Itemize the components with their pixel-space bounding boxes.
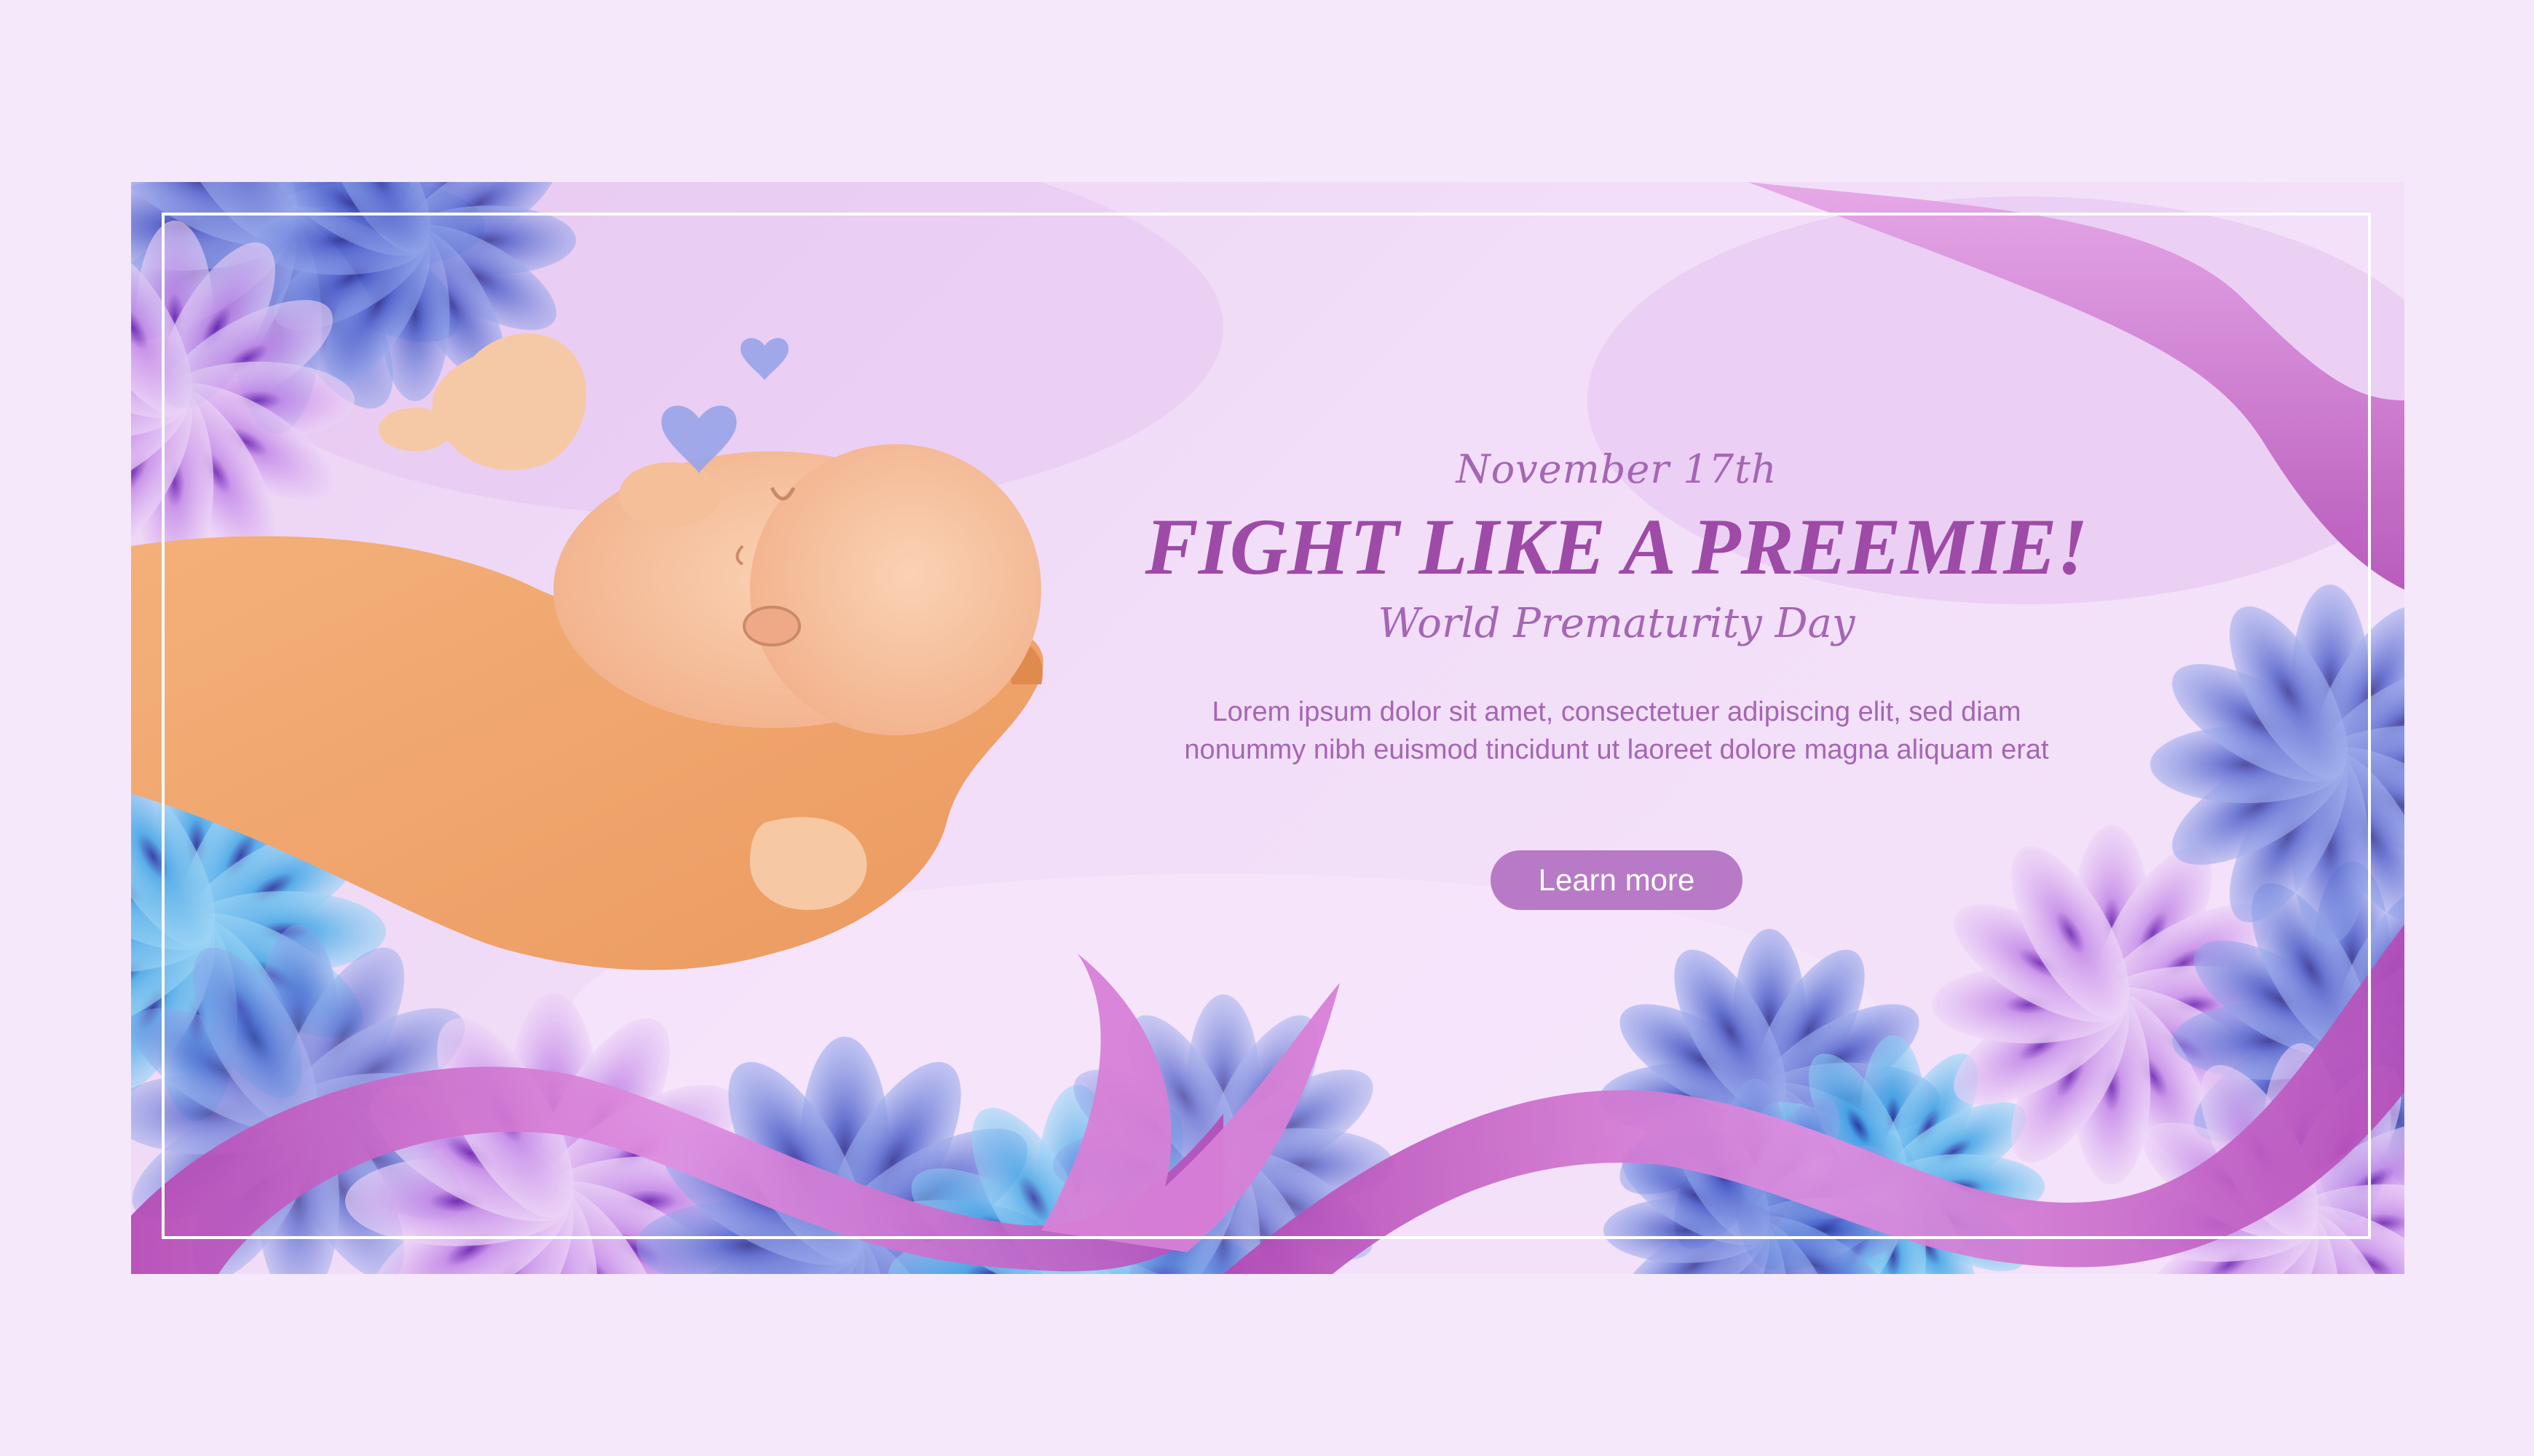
body-line-1: Lorem ipsum dolor sit amet, consectetuer… <box>1212 697 2021 727</box>
subtitle: World Prematurity Day <box>1378 600 1855 647</box>
event-date: November 17th <box>1456 446 1777 492</box>
banner-text-block: November 17th FIGHT LIKE A PREEMIE! Worl… <box>1121 444 2112 910</box>
body-text: Lorem ipsum dolor sit amet, consectetuer… <box>1150 693 2083 769</box>
headline: FIGHT LIKE A PREEMIE! <box>1145 502 2088 591</box>
body-line-2: nonummy nibh euismod tincidunt ut laoree… <box>1184 735 2049 765</box>
learn-more-button[interactable]: Learn more <box>1491 850 1742 910</box>
prematurity-day-banner: November 17th FIGHT LIKE A PREEMIE! Worl… <box>131 182 2404 1274</box>
